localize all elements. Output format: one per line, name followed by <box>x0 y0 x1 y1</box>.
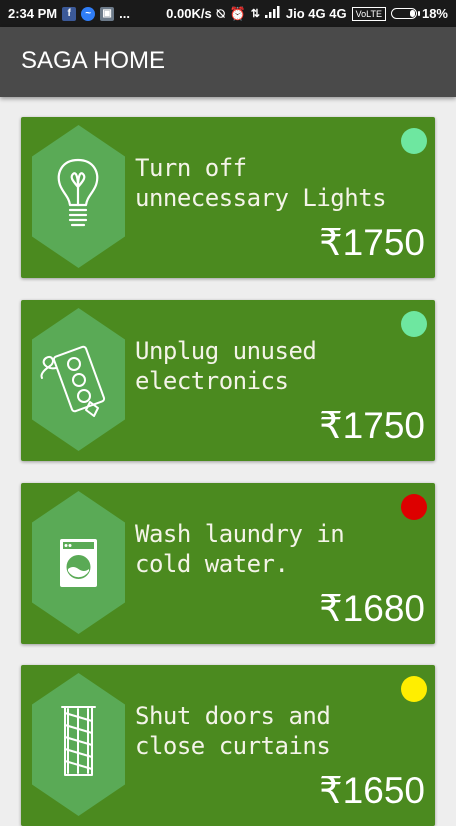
card-price: ₹1750 <box>319 222 425 263</box>
light-bulb-icon <box>57 158 99 227</box>
more-notifications: ... <box>119 6 130 21</box>
power-socket-icon <box>40 345 106 417</box>
card-hexagon <box>32 308 125 451</box>
saving-card-doors[interactable]: Shut doors and close curtains ₹1650 <box>21 665 435 826</box>
card-title: Wash laundry in cold water. <box>135 520 345 578</box>
card-price: ₹1650 <box>319 770 425 811</box>
card-hexagon <box>32 491 125 634</box>
signal-icon <box>264 6 281 21</box>
facebook-icon: f <box>62 6 77 21</box>
saving-card-electronics[interactable]: Unplug unused electronics ₹1750 <box>21 300 435 461</box>
card-price: ₹1680 <box>319 588 425 629</box>
saving-card-laundry[interactable]: Wash laundry in cold water. ₹1680 <box>21 483 435 644</box>
status-dot <box>401 311 427 337</box>
window-curtain-icon <box>61 706 96 776</box>
card-hexagon <box>32 125 125 268</box>
saving-card-lights[interactable]: Turn off unnecessary Lights ₹1750 <box>21 117 435 278</box>
battery-icon <box>390 8 420 19</box>
app-bar: SAGA HOME <box>0 27 456 97</box>
notifications-off-icon: ⍉ <box>216 5 225 21</box>
card-title: Unplug unused electronics <box>135 337 317 395</box>
card-hexagon <box>32 673 125 816</box>
carrier-label: Jio 4G 4G <box>285 6 347 21</box>
card-price: ₹1750 <box>319 405 425 446</box>
data-arrows-icon: ⇅ <box>250 8 260 20</box>
washing-machine-icon <box>60 539 97 587</box>
card-title: Shut doors and close curtains <box>135 702 331 760</box>
status-bar: 2:34 PM f ~ ▣ ... 0.00K/s ⍉ ⏰ ⇅ Jio 4G 4… <box>0 0 456 27</box>
battery-percent: 18% <box>421 6 448 21</box>
volte-badge: VoLTE <box>351 6 386 21</box>
status-dot <box>401 494 427 520</box>
status-time: 2:34 PM <box>8 6 58 21</box>
network-speed: 0.00K/s <box>166 6 212 21</box>
alarm-icon: ⏰ <box>229 5 246 21</box>
messenger-icon: ~ <box>81 6 96 21</box>
status-dot <box>401 676 427 702</box>
status-dot <box>401 128 427 154</box>
card-title: Turn off unnecessary Lights <box>135 154 387 212</box>
page-title: SAGA HOME <box>21 47 166 74</box>
shopping-app-icon: ▣ <box>100 6 115 21</box>
